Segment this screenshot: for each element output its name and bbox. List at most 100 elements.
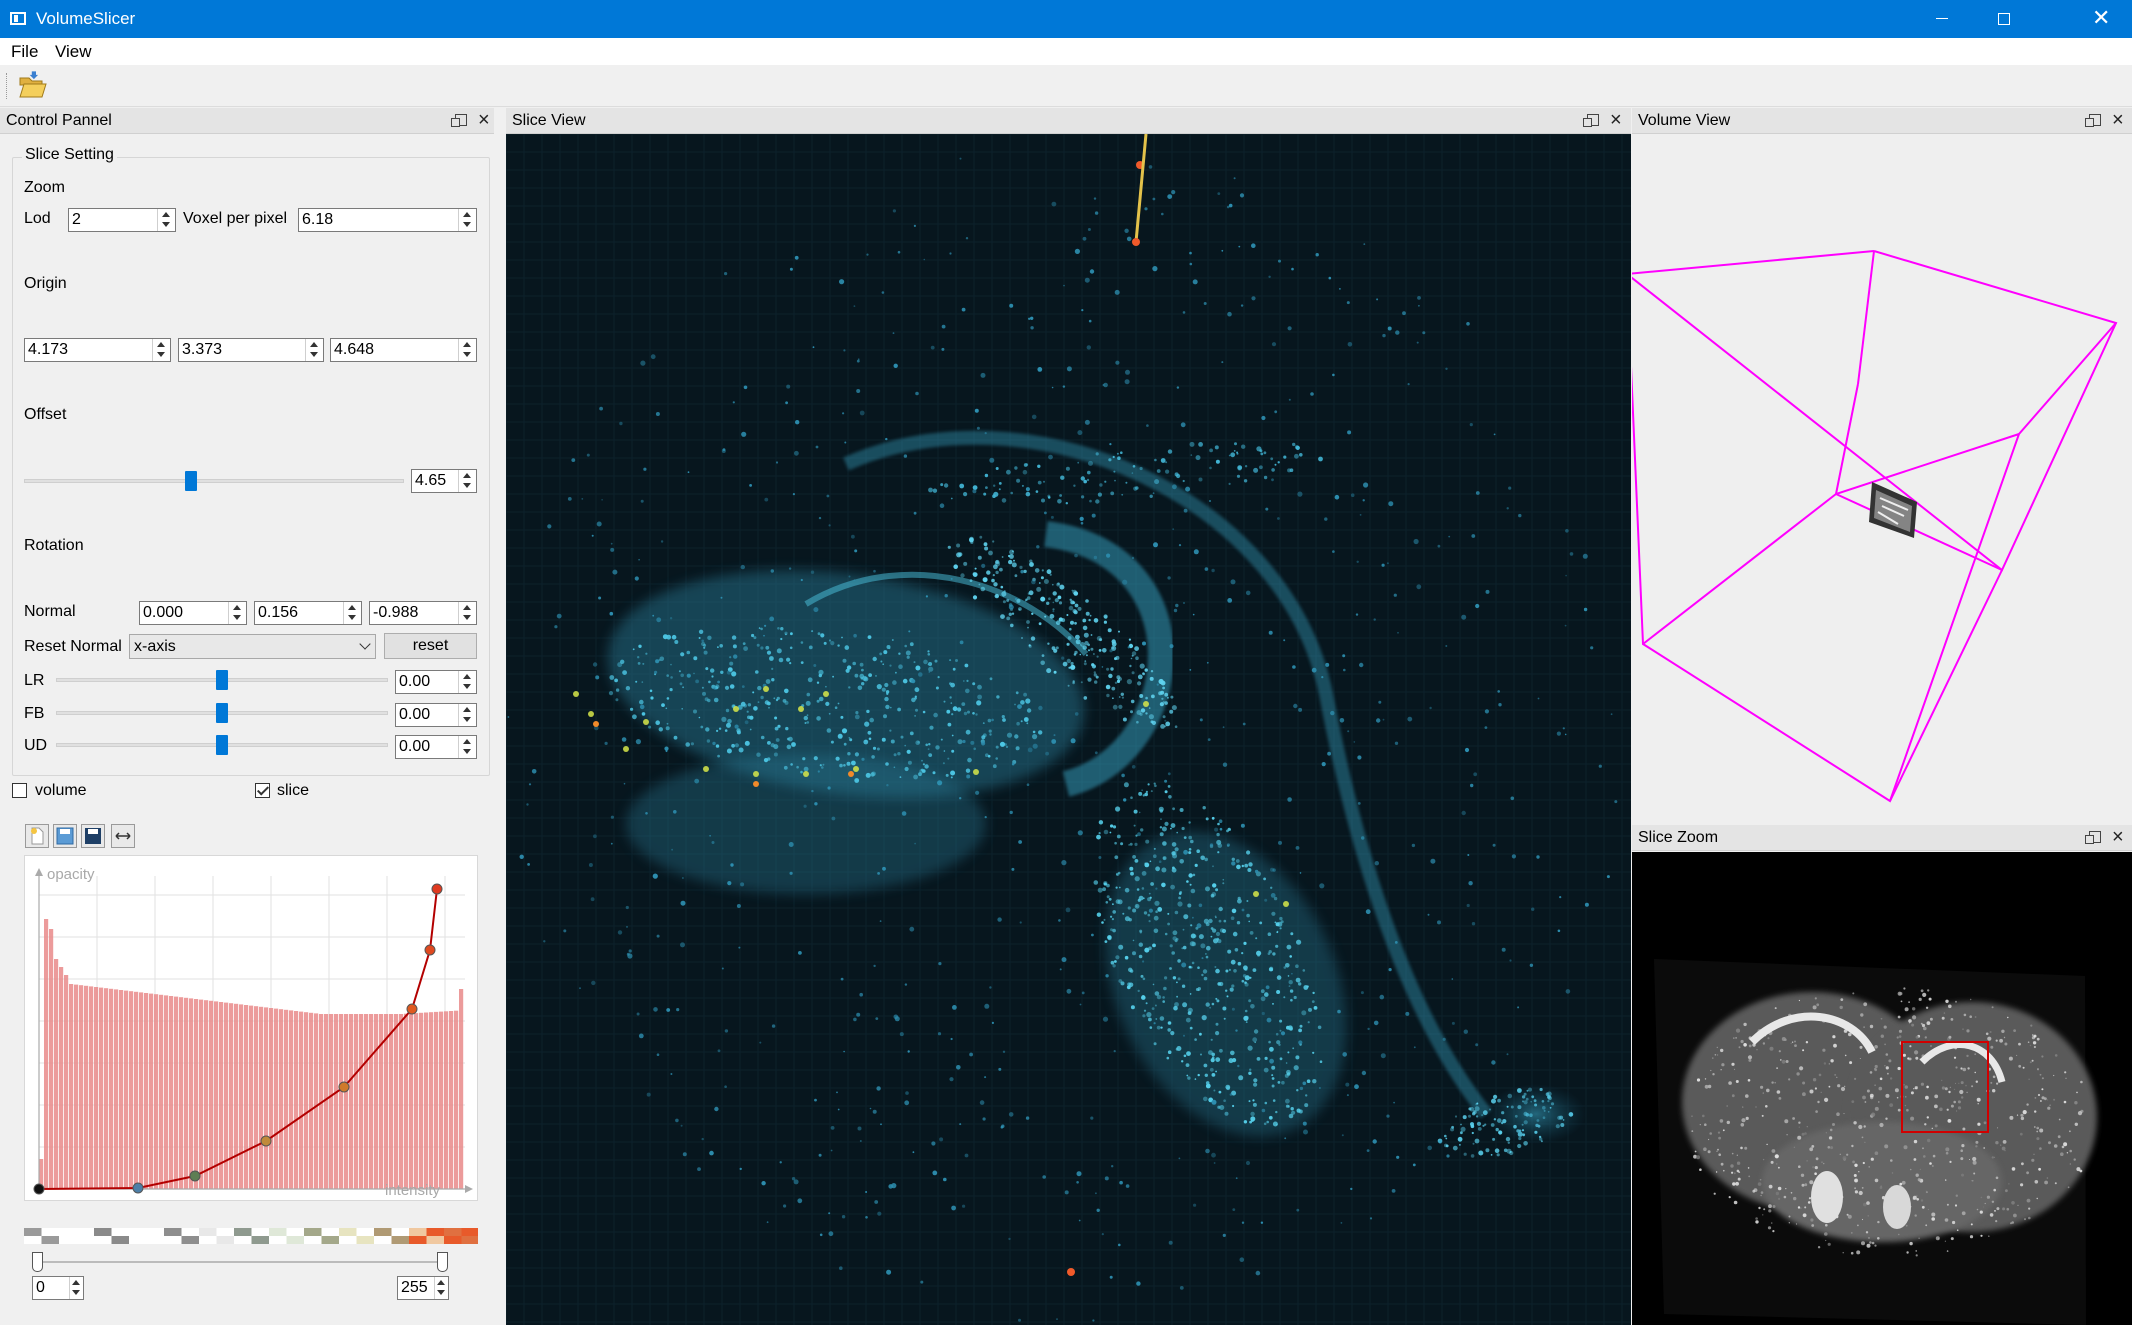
fit-range-icon[interactable] [111, 824, 135, 848]
histogram-bar [379, 1014, 384, 1189]
ud-slider-handle[interactable] [216, 735, 228, 755]
reset-normal-combo[interactable]: x-axis [129, 634, 376, 659]
histogram-bar [169, 996, 174, 1189]
volume-view-header: Volume View × [1632, 108, 2132, 134]
offset-slider-track[interactable] [24, 479, 404, 483]
ud-value: 0.00 [399, 738, 431, 755]
histogram-bar [229, 1003, 234, 1189]
lr-spinbox[interactable]: 0.00 [395, 670, 477, 694]
histogram-bar [119, 990, 124, 1189]
origin-y-value: 3.373 [182, 341, 223, 358]
spin-arrows[interactable] [458, 339, 476, 361]
histogram-bar [339, 1014, 344, 1189]
fb-slider-handle[interactable] [216, 703, 228, 723]
slice-zoom-canvas[interactable] [1632, 852, 2132, 1325]
origin-x-spinbox[interactable]: 4.173 [24, 338, 171, 362]
spin-arrows[interactable] [458, 704, 476, 726]
range-min-handle[interactable] [32, 1252, 43, 1272]
spin-arrows[interactable] [458, 602, 476, 624]
dock-close-icon[interactable]: × [478, 109, 490, 132]
origin-y-spinbox[interactable]: 3.373 [178, 338, 324, 362]
menu-file[interactable]: File [11, 42, 38, 62]
dock-close-icon[interactable]: × [2112, 109, 2124, 132]
save-icon[interactable] [53, 824, 77, 848]
slice-checkbox[interactable] [255, 783, 270, 798]
dock-float-icon[interactable] [1583, 114, 1599, 127]
histogram-bar [344, 1014, 349, 1189]
dock-close-icon[interactable]: × [2112, 826, 2124, 849]
origin-z-spinbox[interactable]: 4.648 [330, 338, 477, 362]
toolbar [0, 65, 2132, 107]
volume-view-canvas[interactable] [1624, 134, 2132, 825]
spin-arrows[interactable] [343, 602, 361, 624]
fb-spinbox[interactable]: 0.00 [395, 703, 477, 727]
dock-float-icon[interactable] [2085, 114, 2101, 127]
close-button[interactable]: ✕ [2070, 0, 2132, 38]
slice-view-canvas[interactable] [506, 134, 1631, 1325]
dock-float-icon[interactable] [2085, 831, 2101, 844]
range-max-handle[interactable] [437, 1252, 448, 1272]
dock-close-icon[interactable]: × [1610, 109, 1622, 132]
reset-normal-selected: x-axis [134, 638, 176, 655]
maximize-button[interactable] [1972, 0, 2034, 38]
histogram-bar [414, 1013, 419, 1189]
volume-checkbox[interactable] [12, 783, 27, 798]
range-min-spinbox[interactable]: 0 [32, 1276, 84, 1300]
histogram-bar [429, 1012, 434, 1189]
volume-checkbox-label: volume [35, 782, 87, 799]
toolbar-grip [6, 73, 8, 99]
spin-arrows[interactable] [305, 339, 323, 361]
spin-arrows[interactable] [69, 1277, 83, 1299]
maximize-icon [1998, 13, 2010, 25]
window-app-icon [10, 12, 26, 25]
histogram-bar [94, 987, 99, 1189]
save-as-icon[interactable] [81, 824, 105, 848]
range-max-spinbox[interactable]: 255 [397, 1276, 449, 1300]
folder-open-icon[interactable] [18, 71, 48, 101]
histogram-bar [349, 1014, 354, 1189]
spin-arrows[interactable] [458, 671, 476, 693]
control-panel-title: Control Pannel [6, 112, 112, 129]
histogram-bar [269, 1008, 274, 1189]
histogram-bar [194, 999, 199, 1189]
slice-zoom-title: Slice Zoom [1638, 829, 1719, 846]
new-file-icon[interactable] [25, 824, 49, 848]
tf-control-point [189, 1170, 201, 1182]
spin-arrows[interactable] [157, 209, 175, 231]
control-panel-header: Control Pannel × [0, 108, 494, 134]
histogram-bar [69, 984, 74, 1189]
normal-y-spinbox[interactable]: 0.156 [254, 601, 362, 625]
histogram-bar [334, 1014, 339, 1189]
histogram-bar [314, 1013, 319, 1189]
lod-spinbox[interactable]: 2 [68, 208, 176, 232]
spin-arrows[interactable] [458, 209, 476, 231]
voxel-per-pixel-label: Voxel per pixel [183, 210, 288, 227]
spin-arrows[interactable] [434, 1277, 448, 1299]
minimize-button[interactable] [1910, 0, 1972, 38]
offset-spinbox[interactable]: 4.65 [411, 469, 477, 493]
spin-arrows[interactable] [458, 470, 476, 492]
control-panel: Slice Setting Zoom Lod 2 Voxel per pixel… [0, 134, 494, 1325]
spin-arrows[interactable] [152, 339, 170, 361]
tf-control-point [338, 1081, 350, 1093]
histogram-bar [249, 1005, 254, 1189]
lr-slider-handle[interactable] [216, 670, 228, 690]
offset-slider-handle[interactable] [185, 471, 198, 491]
normal-x-spinbox[interactable]: 0.000 [139, 601, 247, 625]
ud-spinbox[interactable]: 0.00 [395, 735, 477, 759]
tf-y-axis-arrow [35, 868, 43, 876]
reset-button[interactable]: reset [384, 633, 477, 659]
spin-arrows[interactable] [228, 602, 246, 624]
color-map-bar[interactable] [24, 1228, 479, 1244]
spin-arrows[interactable] [458, 736, 476, 758]
slice-setting-title: Slice Setting [22, 146, 117, 164]
voxel-per-pixel-spinbox[interactable]: 6.18 [298, 208, 477, 232]
transfer-function-canvas[interactable] [25, 856, 479, 1202]
menu-view[interactable]: View [55, 42, 92, 62]
range-slider-track[interactable] [36, 1261, 446, 1263]
dock-float-icon[interactable] [451, 114, 467, 127]
histogram-bar [279, 1009, 284, 1189]
normal-z-spinbox[interactable]: -0.988 [369, 601, 477, 625]
tf-control-point [406, 1003, 418, 1015]
transfer-function-plot[interactable]: opacity intensity [24, 855, 478, 1201]
